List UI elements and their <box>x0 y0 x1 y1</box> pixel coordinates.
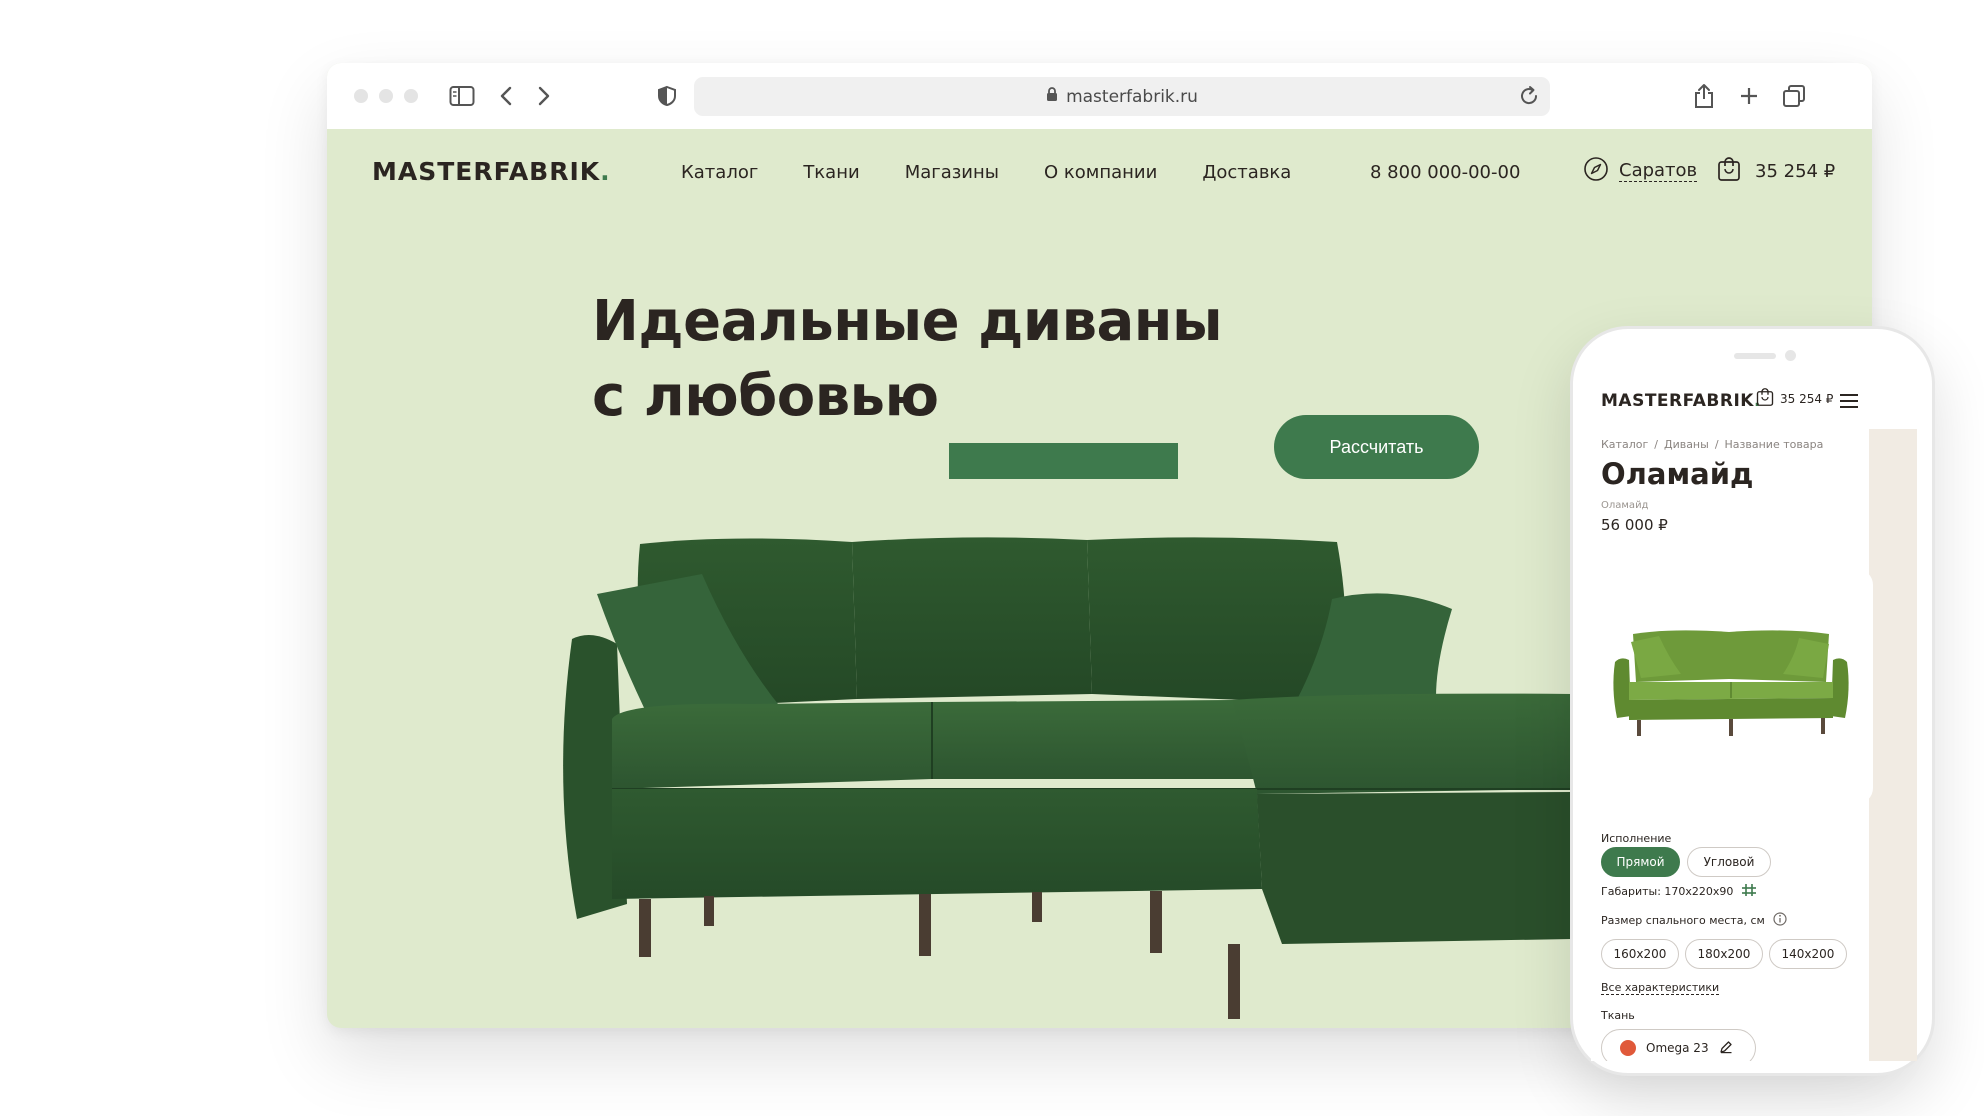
sofa-image <box>563 537 1572 1019</box>
fabric-swatch <box>1620 1040 1636 1056</box>
dimensions-row: Габариты: 170х220х90 <box>1601 883 1757 900</box>
breadcrumb-separator: / <box>1654 438 1658 451</box>
hero-title: Идеальные диваны с любовью <box>592 284 1223 434</box>
breadcrumb-sofas[interactable]: Диваны <box>1664 438 1709 451</box>
hero-title-line-1: Идеальные диваны <box>592 289 1223 354</box>
address-bar[interactable]: masterfabrik.ru <box>694 77 1550 116</box>
breadcrumb-separator: / <box>1714 438 1719 451</box>
size-180x200-button[interactable]: 180х200 <box>1685 939 1763 969</box>
mobile-logo[interactable]: MASTERFABRIK. <box>1601 391 1761 411</box>
minimize-window-button[interactable] <box>379 89 393 103</box>
city-selector[interactable]: Саратов <box>1583 156 1698 186</box>
phone-number[interactable]: 8 800 000-00-00 <box>1370 162 1520 183</box>
breadcrumb: Каталог / Диваны / Название товара <box>1601 438 1823 451</box>
size-160x200-button[interactable]: 160х200 <box>1601 939 1679 969</box>
browser-toolbar: masterfabrik.ru <box>327 63 1872 129</box>
pencil-edit-icon[interactable] <box>1719 1040 1733 1057</box>
nav-item-fabrics[interactable]: Ткани <box>803 162 859 183</box>
dimensions-grid-icon[interactable] <box>1741 883 1757 900</box>
nav-item-about[interactable]: О компании <box>1044 162 1157 183</box>
phone-mockup: MASTERFABRIK. 35 254 ₽ Каталог / Диваны … <box>1570 326 1935 1076</box>
breadcrumb-product: Название товара <box>1724 438 1824 451</box>
product-subtitle: Оламайд <box>1601 500 1649 511</box>
site-logo[interactable]: MASTERFABRIK. <box>372 157 611 186</box>
mobile-cart-total: 35 254 ₽ <box>1780 392 1834 406</box>
product-price: 56 000 ₽ <box>1601 516 1668 534</box>
cart-total: 35 254 ₽ <box>1755 160 1836 182</box>
fabric-value: Omega 23 <box>1646 1041 1709 1055</box>
main-nav: Каталог Ткани Магазины О компании Достав… <box>681 162 1336 183</box>
hamburger-menu-icon[interactable] <box>1839 393 1859 413</box>
calculate-button[interactable]: Рассчитать <box>1274 415 1479 479</box>
info-icon[interactable] <box>1773 912 1787 929</box>
execution-label: Исполнение <box>1601 832 1672 845</box>
compass-icon <box>1583 156 1609 186</box>
breadcrumb-catalog[interactable]: Каталог <box>1601 438 1648 451</box>
all-specs-link[interactable]: Все характеристики <box>1601 981 1720 995</box>
fabric-label: Ткань <box>1601 1009 1635 1022</box>
execution-corner-button[interactable]: Угловой <box>1687 847 1771 877</box>
back-arrow-icon[interactable] <box>499 83 513 109</box>
nav-item-stores[interactable]: Магазины <box>905 162 999 183</box>
cart-button[interactable]: 35 254 ₽ <box>1717 156 1835 186</box>
dimensions-label: Габариты: 170х220х90 <box>1601 885 1734 898</box>
sleeping-size-label: Размер спального места, см <box>1601 914 1765 927</box>
product-sofa-image <box>1613 630 1849 736</box>
new-tab-plus-icon[interactable] <box>1739 83 1759 109</box>
product-title: Оламайд <box>1601 457 1754 491</box>
tab-overview-icon[interactable] <box>1782 83 1806 109</box>
lock-icon <box>1046 86 1058 107</box>
sleeping-size-row: Размер спального места, см <box>1601 912 1787 929</box>
nav-item-catalog[interactable]: Каталог <box>681 162 758 183</box>
fabric-selector[interactable]: Omega 23 <box>1601 1029 1756 1061</box>
phone-camera <box>1785 350 1796 361</box>
city-label: Саратов <box>1619 160 1698 182</box>
phone-speaker <box>1734 353 1776 359</box>
nav-item-delivery[interactable]: Доставка <box>1202 162 1291 183</box>
zoom-window-button[interactable] <box>404 89 418 103</box>
mobile-screen: MASTERFABRIK. 35 254 ₽ Каталог / Диваны … <box>1591 369 1917 1061</box>
sidebar-toggle-icon[interactable] <box>449 83 475 109</box>
hero-accent-bar <box>949 443 1178 479</box>
mobile-side-panel <box>1869 429 1917 1061</box>
execution-straight-button[interactable]: Прямой <box>1601 847 1680 877</box>
size-140x200-button[interactable]: 140х200 <box>1769 939 1847 969</box>
privacy-shield-icon[interactable] <box>657 83 677 109</box>
share-icon[interactable] <box>1693 83 1715 109</box>
shopping-bag-icon <box>1756 387 1774 411</box>
close-window-button[interactable] <box>354 89 368 103</box>
url-text: masterfabrik.ru <box>1066 86 1198 107</box>
hero-title-line-2: с любовью <box>592 364 939 429</box>
shopping-bag-icon <box>1717 156 1741 186</box>
reload-icon[interactable] <box>1518 85 1540 112</box>
forward-arrow-icon[interactable] <box>537 83 551 109</box>
mobile-cart-button[interactable]: 35 254 ₽ <box>1756 387 1833 411</box>
